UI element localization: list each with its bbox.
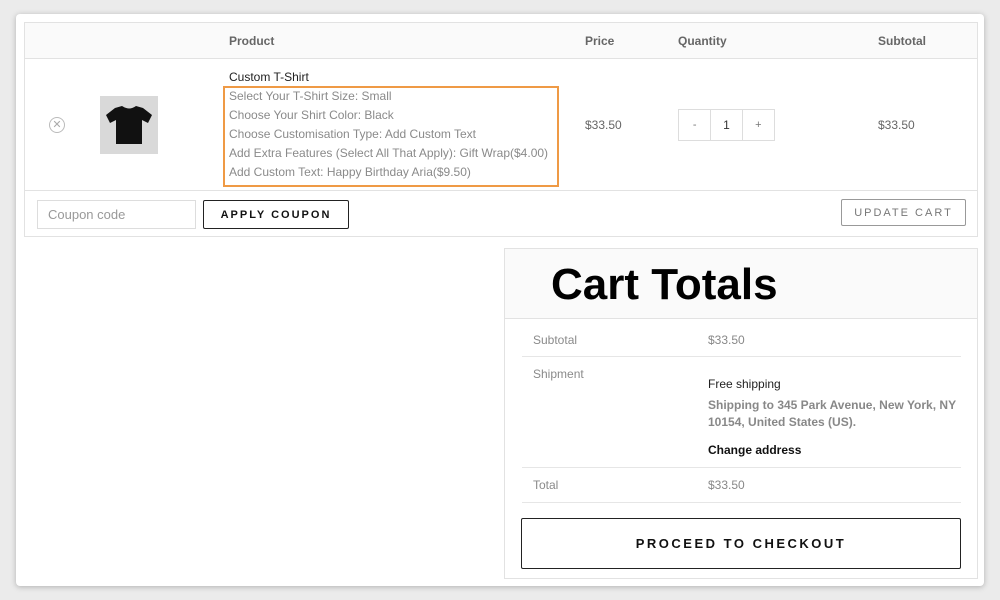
header-quantity: Quantity — [678, 34, 727, 48]
product-option: Add Extra Features (Select All That Appl… — [229, 146, 549, 160]
coupon-input[interactable] — [37, 200, 196, 229]
totals-subtotal-value: $33.50 — [708, 333, 745, 347]
totals-total-value: $33.50 — [708, 478, 745, 492]
quantity-input[interactable]: 1 — [710, 110, 743, 140]
totals-subtotal-label: Subtotal — [533, 333, 578, 347]
cart-totals: Cart Totals Subtotal $33.50 Shipment Fre… — [504, 248, 978, 579]
apply-coupon-button[interactable]: APPLY COUPON — [203, 200, 349, 229]
quantity-increase-button[interactable]: + — [743, 110, 774, 140]
product-name[interactable]: Custom T-Shirt — [229, 70, 309, 84]
totals-total-row: Total $33.50 — [522, 468, 961, 503]
table-header: Product Price Quantity Subtotal — [25, 23, 977, 59]
update-cart-button[interactable]: UPDATE CART — [841, 199, 966, 226]
item-subtotal: $33.50 — [878, 118, 915, 132]
header-subtotal: Subtotal — [878, 34, 926, 48]
item-price: $33.50 — [585, 118, 622, 132]
shipping-method: Free shipping — [708, 377, 781, 391]
product-option: Choose Customisation Type: Add Custom Te… — [229, 127, 477, 141]
table-row: ✕ Custom T-Shirt Select Your T-Shirt Siz… — [25, 59, 977, 191]
product-option: Choose Your Shirt Color: Black — [229, 108, 394, 122]
quantity-decrease-button[interactable]: - — [679, 110, 710, 140]
product-thumbnail[interactable] — [100, 96, 158, 154]
header-product: Product — [229, 34, 275, 48]
cart-table: Product Price Quantity Subtotal ✕ Custom… — [24, 22, 978, 237]
header-price: Price — [585, 34, 615, 48]
totals-total-label: Total — [533, 478, 559, 492]
cart-totals-title: Cart Totals — [551, 260, 778, 309]
totals-shipment-row: Shipment Free shipping Shipping to 345 P… — [522, 357, 961, 468]
x-circle-icon[interactable]: ✕ — [49, 117, 65, 133]
shipping-address: Shipping to 345 Park Avenue, New York, N… — [708, 398, 956, 429]
proceed-to-checkout-button[interactable]: PROCEED TO CHECKOUT — [521, 518, 961, 569]
tshirt-icon — [106, 106, 152, 144]
product-option: Add Custom Text: Happy Birthday Aria($9.… — [229, 165, 471, 179]
totals-shipment-label: Shipment — [533, 367, 584, 381]
product-option: Select Your T-Shirt Size: Small — [229, 89, 392, 103]
cart-actions: APPLY COUPON UPDATE CART — [25, 191, 977, 237]
cart-totals-header: Cart Totals — [505, 249, 977, 319]
quantity-stepper: - 1 + — [678, 109, 775, 141]
change-address-link[interactable]: Change address — [708, 443, 801, 457]
totals-subtotal-row: Subtotal $33.50 — [522, 319, 961, 357]
